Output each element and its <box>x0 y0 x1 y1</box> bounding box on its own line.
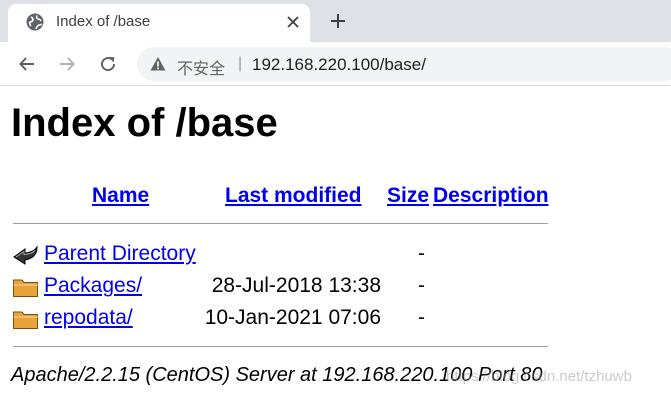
reload-button[interactable] <box>97 53 119 75</box>
arrow-left-icon <box>19 57 34 71</box>
divider-top <box>13 223 548 224</box>
page-title: Index of /base <box>11 101 278 145</box>
link-parent-directory[interactable]: Parent Directory <box>44 242 196 266</box>
watermark: https://blog.csdn.net/tzhuwb <box>446 368 632 385</box>
row-date: 10-Jan-2021 07:06 <box>204 306 381 329</box>
row-size: - <box>418 306 425 329</box>
new-tab-icon[interactable] <box>328 11 348 31</box>
tab-title: Index of /base <box>56 13 151 30</box>
arrow-right-icon <box>60 57 75 71</box>
url-text[interactable]: 192.168.220.100/base/ <box>252 55 426 75</box>
reload-icon <box>101 57 116 72</box>
omnibox-separator: | <box>238 55 243 72</box>
forward-button[interactable] <box>56 53 78 75</box>
column-header-description[interactable]: Description <box>433 184 549 208</box>
link-repodata[interactable]: repodata/ <box>44 306 133 330</box>
globe-icon <box>26 13 44 31</box>
row-size: - <box>418 242 425 265</box>
back-icon <box>13 245 38 265</box>
tab-strip: Index of /base <box>0 0 671 42</box>
browser-tab[interactable]: Index of /base <box>8 4 310 42</box>
security-label[interactable]: 不安全 <box>177 55 225 79</box>
list-item: Parent Directory - <box>12 241 512 267</box>
folder-icon <box>13 279 38 297</box>
column-header-last-modified[interactable]: Last modified <box>225 184 362 208</box>
column-header-size[interactable]: Size <box>387 184 429 208</box>
row-size: - <box>418 274 425 297</box>
divider-bottom <box>13 346 548 347</box>
row-date: 28-Jul-2018 13:38 <box>211 274 381 297</box>
list-item: repodata/ 10-Jan-2021 07:06 - <box>12 305 512 331</box>
page-content: Index of /base Name Last modified Size D… <box>0 86 671 394</box>
link-packages[interactable]: Packages/ <box>44 274 142 298</box>
address-bar[interactable]: 不安全 | 192.168.220.100/base/ <box>137 47 671 81</box>
list-item: Packages/ 28-Jul-2018 13:38 - <box>12 273 512 299</box>
folder-icon <box>13 311 38 329</box>
back-button[interactable] <box>16 53 38 75</box>
column-header-name[interactable]: Name <box>92 184 149 208</box>
warning-icon <box>150 57 166 71</box>
browser-toolbar: 不安全 | 192.168.220.100/base/ <box>0 42 671 86</box>
tab-close-icon[interactable] <box>284 13 302 31</box>
